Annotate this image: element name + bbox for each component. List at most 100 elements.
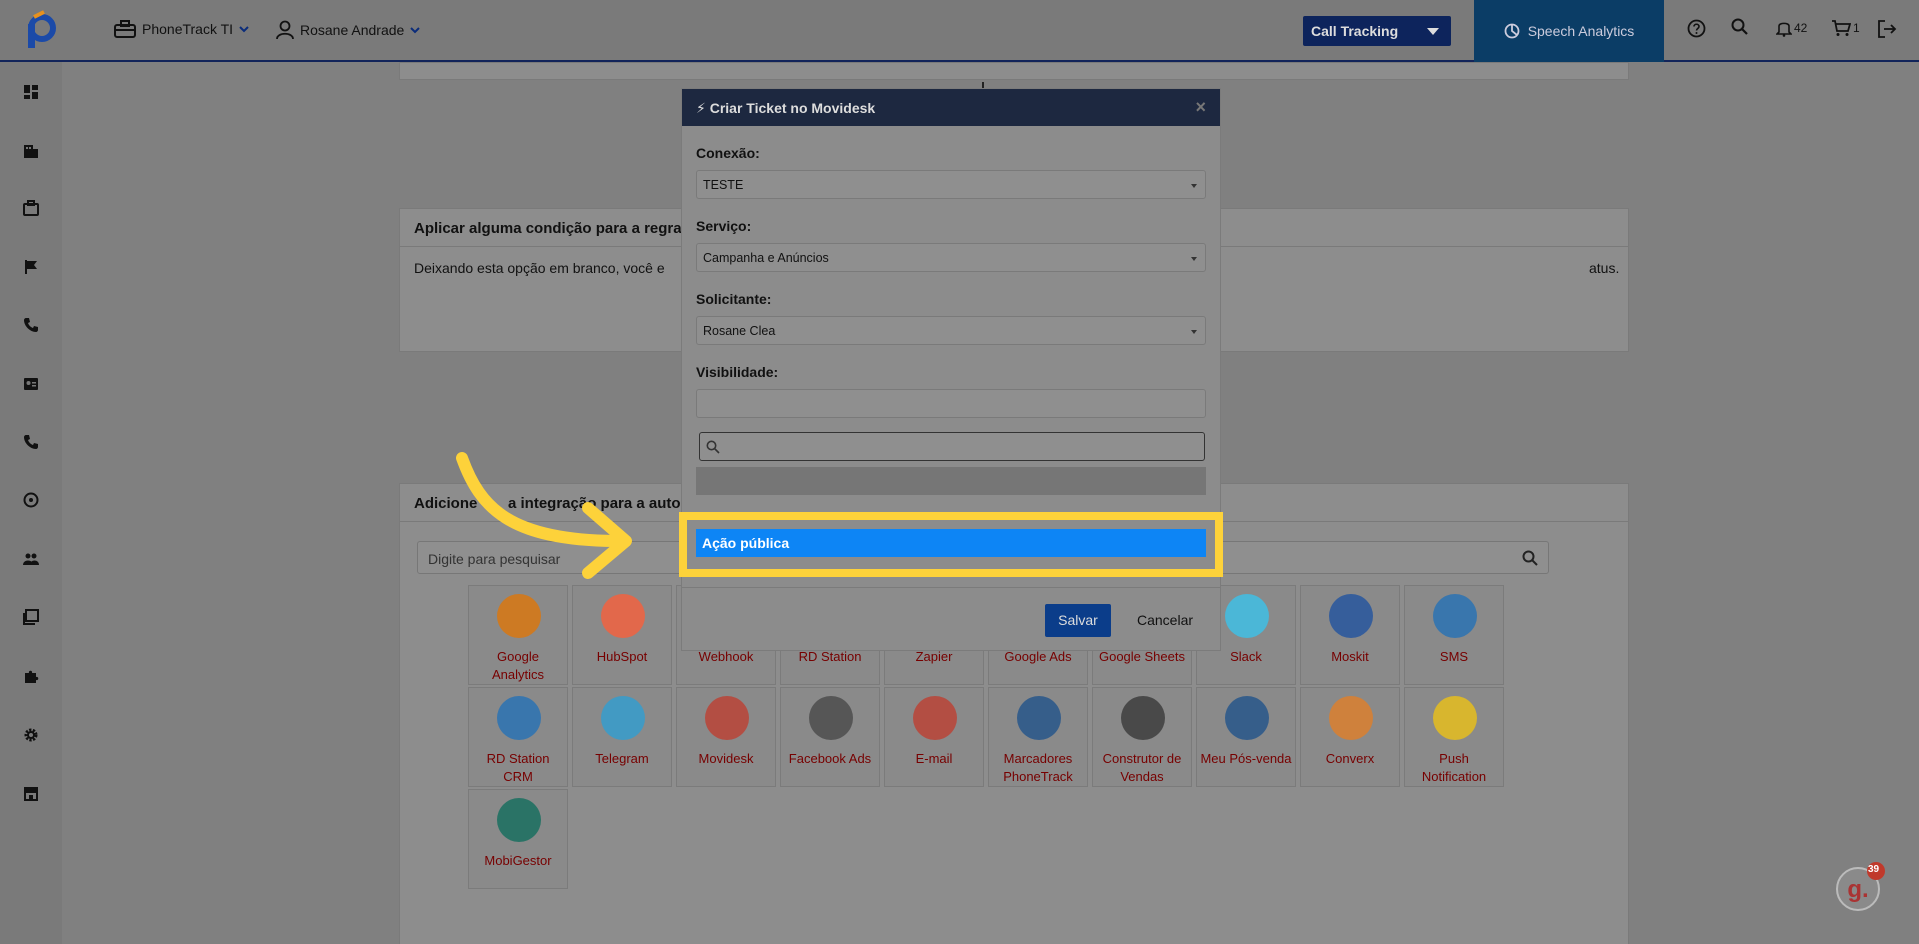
cancel-button[interactable]: Cancelar bbox=[1125, 604, 1205, 637]
logout-icon bbox=[1878, 20, 1897, 38]
solicitante-label: Solicitante: bbox=[696, 291, 772, 307]
speech-analytics-label: Speech Analytics bbox=[1527, 23, 1635, 39]
integration-label: Telegram bbox=[595, 751, 649, 766]
save-button[interactable]: Salvar bbox=[1045, 604, 1111, 637]
close-icon[interactable]: × bbox=[1195, 97, 1206, 118]
servico-value: Campanha e Anúncios bbox=[703, 251, 829, 265]
integration-tile[interactable]: Movidesk bbox=[676, 687, 776, 787]
library-icon[interactable] bbox=[23, 609, 39, 625]
integration-label: Movidesk bbox=[698, 751, 754, 766]
servico-label: Serviço: bbox=[696, 218, 752, 234]
solicitante-value: Rosane Clea bbox=[703, 324, 776, 338]
account-label: PhoneTrack TI bbox=[142, 21, 234, 37]
store-icon[interactable] bbox=[23, 785, 39, 801]
integration-label: Meu Pós-venda bbox=[1200, 751, 1292, 766]
condition-text-tail: atus. bbox=[1589, 260, 1620, 276]
integration-tile[interactable]: Push Notification bbox=[1404, 687, 1504, 787]
integration-logo-icon bbox=[705, 696, 749, 740]
caret-down-icon bbox=[1427, 28, 1439, 35]
gear-icon[interactable] bbox=[23, 727, 39, 743]
caret-down-icon bbox=[1191, 184, 1197, 188]
bolt-icon: ⚡ bbox=[696, 100, 706, 116]
briefcase-icon[interactable] bbox=[23, 200, 39, 216]
dashboard-icon[interactable] bbox=[23, 84, 39, 100]
user-label: Rosane Andrade bbox=[300, 22, 405, 38]
conexao-select[interactable]: TESTE bbox=[696, 170, 1206, 199]
integration-tile[interactable]: E-mail bbox=[884, 687, 984, 787]
dropdown-option-acao-publica[interactable]: Ação pública bbox=[696, 529, 1206, 557]
users-icon[interactable] bbox=[23, 551, 39, 567]
puzzle-icon[interactable] bbox=[23, 668, 39, 684]
integration-label: HubSpot bbox=[596, 649, 648, 664]
integration-tile[interactable]: Telegram bbox=[572, 687, 672, 787]
integration-tile[interactable]: Facebook Ads bbox=[780, 687, 880, 787]
support-badge-count: 39 bbox=[1868, 864, 1880, 875]
integration-tile[interactable]: Google Analytics bbox=[468, 585, 568, 685]
integration-logo-icon bbox=[497, 696, 541, 740]
integration-label: MobiGestor bbox=[484, 853, 552, 868]
integration-tile[interactable]: Marcadores PhoneTrack bbox=[988, 687, 1088, 787]
integration-logo-icon bbox=[1225, 594, 1269, 638]
sidebar bbox=[0, 62, 62, 944]
chevron-down-icon bbox=[239, 26, 249, 33]
product-select[interactable]: Call Tracking bbox=[1303, 16, 1451, 46]
integration-label: Moskit bbox=[1331, 649, 1369, 664]
integration-logo-icon bbox=[809, 696, 853, 740]
servico-select[interactable]: Campanha e Anúncios bbox=[696, 243, 1206, 272]
condition-text: Deixando esta opção em branco, você e bbox=[414, 260, 665, 276]
integration-logo-icon bbox=[1121, 696, 1165, 740]
account-menu[interactable]: PhoneTrack TI bbox=[114, 20, 249, 38]
cart-button[interactable]: 1 bbox=[1831, 19, 1860, 37]
caret-down-icon bbox=[1191, 257, 1197, 261]
modal-title: Criar Ticket no Movidesk bbox=[709, 100, 876, 116]
phone-alt-icon[interactable] bbox=[23, 434, 39, 450]
search-icon bbox=[1522, 550, 1538, 566]
visibilidade-label: Visibilidade: bbox=[696, 364, 779, 380]
integration-logo-icon bbox=[1433, 594, 1477, 638]
modal-footer-divider bbox=[682, 587, 1220, 588]
integration-logo-icon bbox=[497, 798, 541, 842]
search-icon bbox=[706, 440, 720, 454]
create-ticket-modal: ⚡ Criar Ticket no Movidesk × Conexão: TE… bbox=[681, 88, 1221, 651]
integration-logo-icon bbox=[1433, 696, 1477, 740]
dropdown-search-input[interactable] bbox=[699, 432, 1205, 461]
integration-label: Construtor de Vendas bbox=[1102, 751, 1182, 784]
condition-title: Aplicar alguma condição para a regra bbox=[414, 220, 682, 237]
visibilidade-select[interactable] bbox=[696, 389, 1206, 418]
integration-tile[interactable]: Construtor de Vendas bbox=[1092, 687, 1192, 787]
integration-tile[interactable]: SMS bbox=[1404, 585, 1504, 685]
speech-analytics-button[interactable]: Speech Analytics bbox=[1474, 0, 1664, 62]
product-select-value: Call Tracking bbox=[1311, 23, 1399, 39]
integration-logo-icon bbox=[601, 594, 645, 638]
pointer-arrow-icon bbox=[456, 452, 632, 579]
integration-label: Push Notification bbox=[1421, 751, 1487, 784]
top-card bbox=[399, 62, 1629, 80]
phonetrack-logo[interactable] bbox=[20, 10, 60, 50]
integration-label: RD Station CRM bbox=[486, 751, 550, 784]
user-menu[interactable]: Rosane Andrade bbox=[276, 20, 421, 40]
help-button[interactable] bbox=[1687, 19, 1706, 38]
conexao-value: TESTE bbox=[703, 178, 744, 192]
bell-icon bbox=[1776, 22, 1792, 37]
phone-icon[interactable] bbox=[23, 317, 39, 333]
integration-label: Google Analytics bbox=[491, 649, 545, 682]
contact-card-icon[interactable] bbox=[23, 376, 39, 392]
integration-tile[interactable]: Converx bbox=[1300, 687, 1400, 787]
integration-tile[interactable]: Meu Pós-venda bbox=[1196, 687, 1296, 787]
flag-icon[interactable] bbox=[23, 259, 39, 275]
notifications-button[interactable]: 42 bbox=[1776, 19, 1807, 37]
analytics-icon[interactable] bbox=[23, 492, 39, 508]
search-button[interactable] bbox=[1731, 18, 1749, 36]
integration-tile[interactable]: Moskit bbox=[1300, 585, 1400, 685]
briefcase-icon bbox=[114, 20, 136, 38]
svg-text:g.: g. bbox=[1847, 876, 1868, 903]
logout-button[interactable] bbox=[1877, 19, 1897, 39]
dropdown-option-empty[interactable] bbox=[696, 467, 1206, 495]
integration-tile[interactable]: HubSpot bbox=[572, 585, 672, 685]
solicitante-select[interactable]: Rosane Clea bbox=[696, 316, 1206, 345]
integration-label: Facebook Ads bbox=[788, 751, 872, 766]
integration-label: Marcadores PhoneTrack bbox=[1003, 751, 1073, 784]
integration-tile[interactable]: RD Station CRM bbox=[468, 687, 568, 787]
building-icon[interactable] bbox=[23, 143, 39, 159]
integration-tile[interactable]: MobiGestor bbox=[468, 789, 568, 889]
